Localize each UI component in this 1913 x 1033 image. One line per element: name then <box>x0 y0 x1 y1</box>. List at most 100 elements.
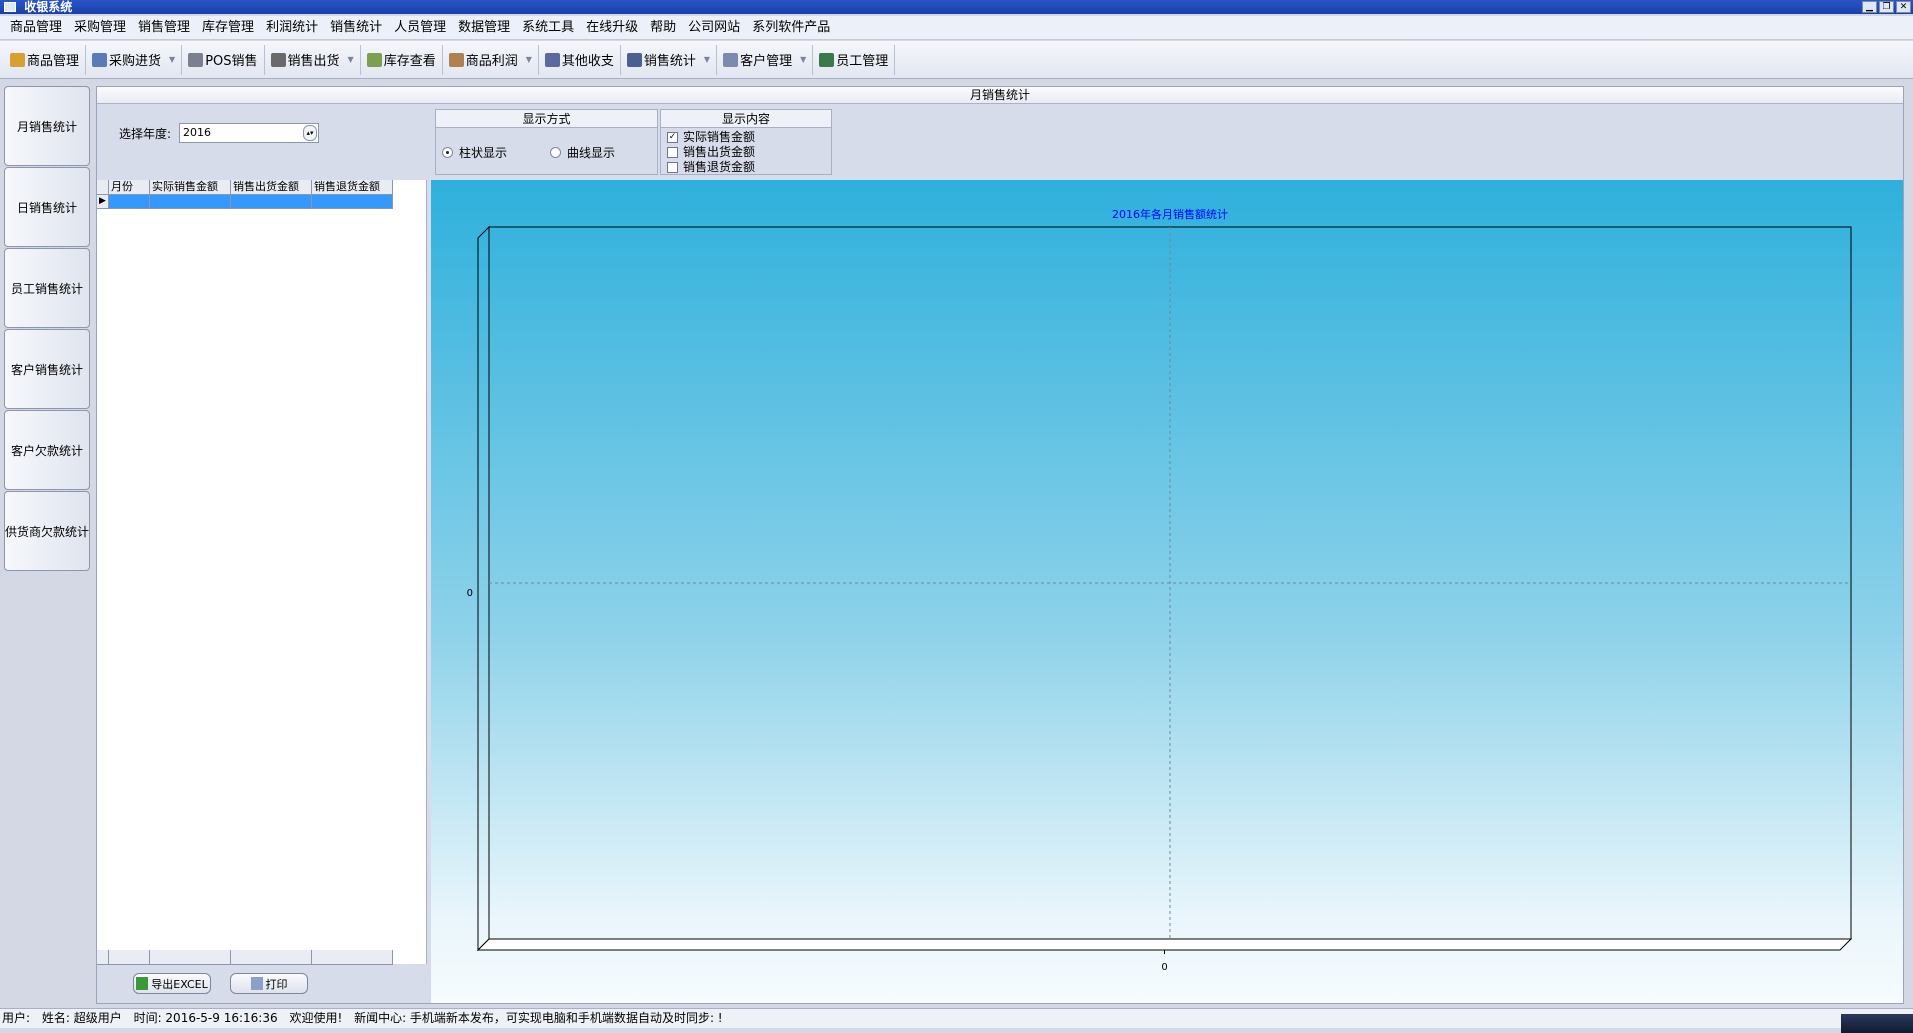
chevron-down-icon[interactable]: ▼ <box>704 55 710 64</box>
ledger-icon <box>544 52 560 67</box>
chart-icon <box>626 52 642 67</box>
footer-cell <box>97 950 109 965</box>
close-icon[interactable]: ✕ <box>1896 1 1911 13</box>
sidebar-item-5[interactable]: 供货商欠款统计 <box>4 491 90 571</box>
display-content-title: 显示内容 <box>661 110 831 128</box>
radio-label: 曲线显示 <box>567 146 616 160</box>
table-cell[interactable] <box>150 195 231 209</box>
toolbar-label: 库存查看 <box>383 54 436 69</box>
checkbox-icon <box>667 161 678 173</box>
column-header-shipment[interactable]: 销售出货金额 <box>231 180 312 195</box>
toolbar-label: 客户管理 <box>740 54 793 69</box>
chevron-down-icon[interactable]: ▼ <box>169 55 175 64</box>
display-mode-title: 显示方式 <box>436 110 657 128</box>
minimize-icon[interactable]: ▁ <box>1862 1 1877 13</box>
toolbar-button-6[interactable]: 其他收支 <box>539 44 621 75</box>
print-button[interactable]: 打印 <box>230 973 308 994</box>
status-bar: 用户: 姓名: 超级用户 时间: 2016-5-9 16:16:36 欢迎使用!… <box>0 1008 1913 1028</box>
radio-bar-display[interactable]: 柱状显示 <box>442 144 507 161</box>
table-cell[interactable] <box>109 195 150 209</box>
toolbar-button-8[interactable]: 客户管理 ▼ <box>717 44 814 75</box>
toolbar-button-3[interactable]: 销售出货 ▼ <box>265 44 361 75</box>
status-news: 新闻中心: 手机端新本发布，可实现电脑和手机端数据自动及时同步: ! <box>354 1011 723 1025</box>
sidebar-item-4[interactable]: 客户欠款统计 <box>4 410 90 490</box>
export-excel-button[interactable]: 导出EXCEL <box>133 973 211 994</box>
toolbar-label: 商品利润 <box>465 54 518 69</box>
excel-icon <box>136 977 149 990</box>
table-cell[interactable] <box>312 195 393 209</box>
checkbox-label: 实际销售金额 <box>683 130 756 144</box>
chart-area: 2016年各月销售额统计 0 0 <box>431 180 1903 1003</box>
chevron-down-icon[interactable]: ▼ <box>526 55 532 64</box>
menu-item-12[interactable]: 系列软件产品 <box>746 16 836 40</box>
menu-item-6[interactable]: 人员管理 <box>388 16 452 40</box>
toolbar-label: 商品管理 <box>27 54 80 69</box>
truck-icon <box>270 52 286 67</box>
toolbar-button-0[interactable]: 商品管理 <box>4 44 87 75</box>
menu-item-1[interactable]: 采购管理 <box>68 16 132 40</box>
window-title: 收银系统 <box>24 0 73 14</box>
footer-cell <box>109 950 150 965</box>
display-mode-group: 显示方式 柱状显示 曲线显示 <box>435 109 658 175</box>
menu-item-10[interactable]: 帮助 <box>644 16 682 40</box>
panel-title: 月销售统计 <box>97 87 1903 104</box>
window-titlebar: 收银系统 ▁ ❐ ✕ <box>0 0 1913 14</box>
display-content-group: 显示内容 ✓ 实际销售金额 销售出货金额 销售退货金额 <box>660 109 832 175</box>
column-header-return[interactable]: 销售退货金额 <box>312 180 393 195</box>
scanner-icon <box>188 52 204 67</box>
main-panel: 月销售统计 选择年度: 2016 ▴▾ 显示方式 柱状显示 曲线显示 显示内容 … <box>96 86 1904 1004</box>
toolbar-button-5[interactable]: 商品利润 ▼ <box>443 44 539 75</box>
toolbar-label: 其他收支 <box>561 54 614 69</box>
status-name: 姓名: 超级用户 <box>41 1011 122 1025</box>
radio-icon <box>550 147 561 158</box>
window-controls: ▁ ❐ ✕ <box>1862 1 1911 13</box>
menu-item-2[interactable]: 销售管理 <box>132 16 196 40</box>
toolbar-label: POS销售 <box>205 54 258 69</box>
toolbar-button-9[interactable]: 员工管理 <box>813 44 896 75</box>
sidebar-item-1[interactable]: 日销售统计 <box>4 167 90 247</box>
restore-icon[interactable]: ❐ <box>1879 1 1894 13</box>
menu-item-5[interactable]: 销售统计 <box>324 16 388 40</box>
footer-cell <box>231 950 312 965</box>
toolbar-button-7[interactable]: 销售统计 ▼ <box>621 44 718 75</box>
year-input[interactable]: 2016 <box>179 123 319 143</box>
table-cell[interactable] <box>231 195 312 209</box>
checkbox-checked-icon: ✓ <box>667 131 678 143</box>
customer-icon <box>723 52 739 67</box>
radio-line-display[interactable]: 曲线显示 <box>550 144 615 161</box>
year-spin-icon[interactable]: ▴▾ <box>303 125 317 141</box>
chart-title: 2016年各月销售额统计 <box>1112 207 1228 221</box>
money-icon <box>448 52 464 67</box>
column-header-actual[interactable]: 实际销售金额 <box>150 180 231 195</box>
system-tray <box>1841 1014 1913 1033</box>
menu-item-0[interactable]: 商品管理 <box>4 16 68 40</box>
chevron-down-icon[interactable]: ▼ <box>800 55 806 64</box>
sidebar-item-0[interactable]: 月销售统计 <box>4 86 90 166</box>
sidebar-item-2[interactable]: 员工销售统计 <box>4 248 90 328</box>
radio-icon <box>442 147 453 158</box>
checkbox-actual-sales[interactable]: ✓ 实际销售金额 <box>667 130 755 144</box>
menu-item-3[interactable]: 库存管理 <box>196 16 260 40</box>
menu-item-7[interactable]: 数据管理 <box>452 16 516 40</box>
app-icon <box>4 2 16 12</box>
toolbar-button-4[interactable]: 库存查看 <box>361 44 443 75</box>
menu-item-11[interactable]: 公司网站 <box>682 16 746 40</box>
data-grid: 月份 实际销售金额 销售出货金额 销售退货金额 ▶ <box>97 180 427 965</box>
grid-corner <box>97 180 109 195</box>
column-header-month[interactable]: 月份 <box>109 180 150 195</box>
purchase-icon <box>92 52 108 67</box>
menu-item-8[interactable]: 系统工具 <box>516 16 580 40</box>
checkbox-return-sales[interactable]: 销售退货金额 <box>667 160 755 174</box>
table-row[interactable]: ▶ <box>97 195 426 209</box>
toolbar-button-1[interactable]: 采购进货 ▼ <box>86 44 183 75</box>
printer-icon <box>250 977 263 990</box>
status-user: 用户: <box>2 1011 31 1025</box>
checkbox-shipment-sales[interactable]: 销售出货金额 <box>667 145 755 159</box>
chevron-down-icon[interactable]: ▼ <box>348 55 354 64</box>
menu-item-4[interactable]: 利润统计 <box>260 16 324 40</box>
x-tick-label: 0 <box>1161 962 1167 973</box>
grid-header: 月份 实际销售金额 销售出货金额 销售退货金额 <box>97 180 426 195</box>
toolbar-button-2[interactable]: POS销售 <box>182 44 265 75</box>
menu-item-9[interactable]: 在线升级 <box>580 16 644 40</box>
sidebar-item-3[interactable]: 客户销售统计 <box>4 329 90 409</box>
